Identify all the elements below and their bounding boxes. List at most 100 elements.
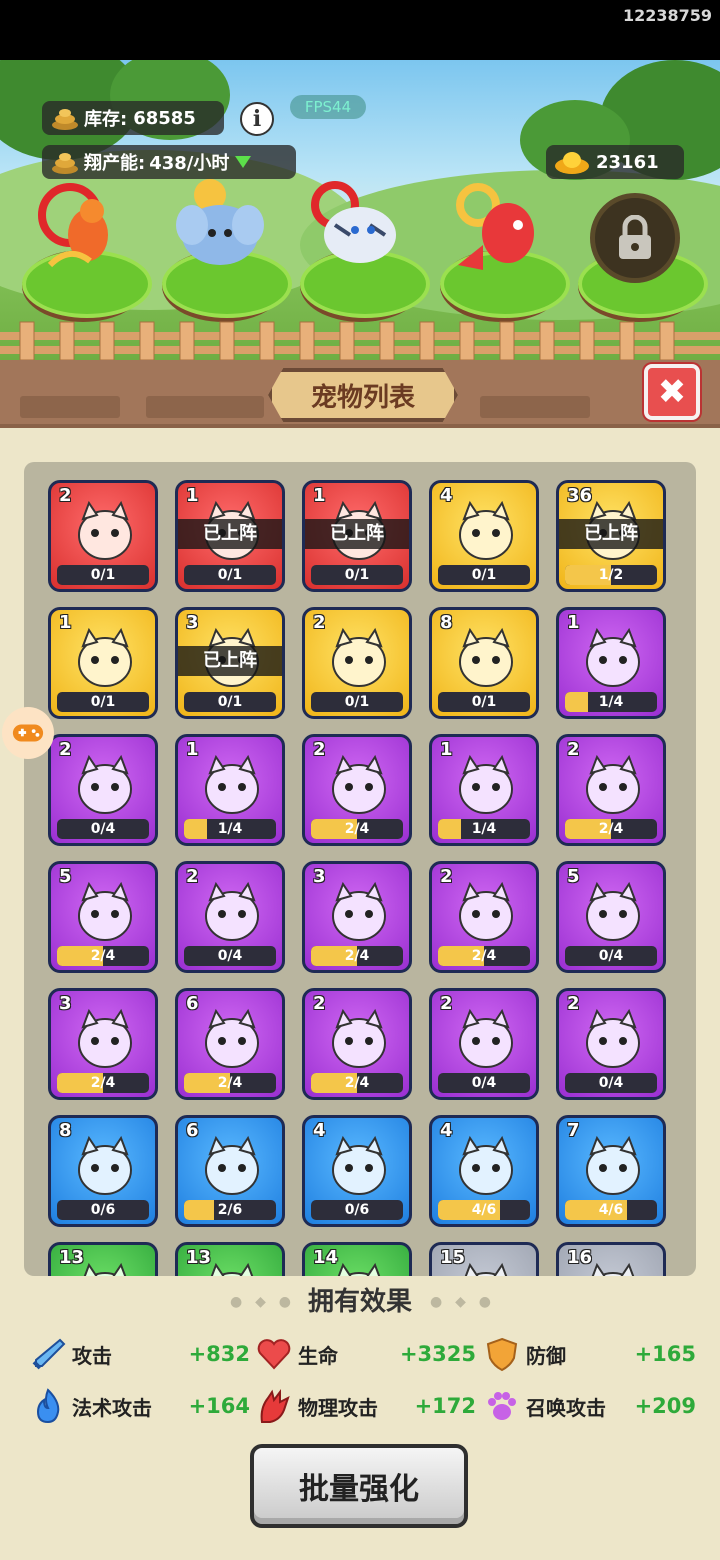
shard-progress-bar: 2/6	[184, 1200, 276, 1220]
shard-progress-bar: 0/4	[565, 1073, 657, 1093]
bear-icon	[78, 1008, 132, 1068]
effect-magic-attack: 法术攻击 +164	[30, 1386, 250, 1426]
hamster-icon	[586, 754, 640, 814]
info-button[interactable]: i	[240, 102, 274, 136]
phoenix-pet-icon	[38, 183, 108, 268]
effect-physical-attack: 物理攻击 +172	[256, 1386, 476, 1426]
pet-card[interactable]: 5 2/4	[48, 861, 158, 973]
pet-card[interactable]: 2 0/4	[48, 734, 158, 846]
goldfish-pet-icon	[456, 183, 534, 270]
panel-title: 宠物列表	[268, 368, 458, 422]
pet-card[interactable]: 3 2/4	[48, 988, 158, 1100]
pet-level: 1	[440, 739, 453, 760]
pet-level: 5	[59, 866, 72, 887]
close-button[interactable]: ✖	[644, 364, 700, 420]
pet-card[interactable]: 1 1/4	[175, 734, 285, 846]
effect-attack: 攻击 +832	[30, 1334, 250, 1374]
shard-progress-bar: 2/4	[311, 946, 403, 966]
pet-card[interactable]: 4 0/6	[302, 1115, 412, 1227]
effect-value: +172	[414, 1394, 476, 1418]
deployed-badge: 已上阵	[178, 519, 282, 549]
claw-icon	[260, 1389, 290, 1423]
effect-defense: 防御 +165	[484, 1334, 696, 1374]
dropdown-arrow-icon[interactable]	[233, 154, 253, 170]
pet-card[interactable]: 6 2/6	[175, 1115, 285, 1227]
pet-card[interactable]: 1 1/4	[429, 734, 539, 846]
pet-card[interactable]: 4 4/6	[429, 1115, 539, 1227]
locked-slot-button[interactable]	[590, 193, 680, 283]
pet-card[interactable]: 4 0/1	[429, 480, 539, 592]
stock-label: 库存:	[84, 109, 128, 130]
pet-card[interactable]: 14	[302, 1242, 412, 1276]
production-label: 翔产能:	[84, 153, 146, 174]
pet-level: 8	[59, 1120, 72, 1141]
shard-count: 0/1	[344, 694, 370, 710]
pet-level: 1	[186, 485, 199, 506]
gold-value: 23161	[596, 151, 659, 173]
shard-count: 0/6	[90, 1202, 116, 1218]
pet-card[interactable]: 1 0/1	[48, 607, 158, 719]
shard-progress-bar: 0/1	[184, 565, 276, 585]
effect-name: 物理攻击	[298, 1395, 378, 1420]
pet-card[interactable]: 15	[429, 1242, 539, 1276]
shard-count: 0/1	[90, 567, 116, 583]
zebra-icon	[205, 1008, 259, 1068]
pet-card[interactable]: 1 1/4	[556, 607, 666, 719]
pet-card[interactable]: 13	[48, 1242, 158, 1276]
pet-card[interactable]: 5 0/4	[556, 861, 666, 973]
pet-card[interactable]: 2 2/4	[302, 734, 412, 846]
shard-count: 1/2	[598, 567, 624, 583]
heart-icon	[257, 1339, 291, 1370]
pet-card[interactable]: 8 0/6	[48, 1115, 158, 1227]
shard-count: 0/4	[217, 948, 243, 964]
effect-name: 法术攻击	[72, 1395, 152, 1420]
pet-card[interactable]: 3 0/1 已上阵	[175, 607, 285, 719]
effect-value: +165	[634, 1342, 696, 1366]
pet-level: 13	[186, 1247, 212, 1268]
pet-card[interactable]: 2 0/1	[48, 480, 158, 592]
pet-level: 2	[186, 866, 199, 887]
pet-card[interactable]: 2 0/4	[429, 988, 539, 1100]
pet-card[interactable]: 2 2/4	[556, 734, 666, 846]
batch-upgrade-button[interactable]: 批量强化	[250, 1444, 468, 1528]
pet-card[interactable]: 6 2/4	[175, 988, 285, 1100]
elephant-pet-icon	[176, 179, 264, 265]
shard-count: 0/1	[217, 567, 243, 583]
shard-progress-bar: 2/4	[184, 1073, 276, 1093]
dung-coin-icon	[52, 109, 78, 130]
pet-card[interactable]: 1 0/1 已上阵	[302, 480, 412, 592]
pet-card[interactable]: 36 1/2 已上阵	[556, 480, 666, 592]
shard-progress-bar: 1/4	[184, 819, 276, 839]
pet-card[interactable]: 16	[556, 1242, 666, 1276]
pet-card[interactable]: 2 2/4	[429, 861, 539, 973]
pet-card[interactable]: 2 0/4	[556, 988, 666, 1100]
frog-icon	[586, 627, 640, 687]
pet-card[interactable]: 2 0/1	[302, 607, 412, 719]
shard-progress-bar: 0/1	[311, 565, 403, 585]
unicorn-icon	[332, 627, 386, 687]
red-panda-icon	[332, 1008, 386, 1068]
pet-level: 4	[440, 485, 453, 506]
pet-card[interactable]: 13	[175, 1242, 285, 1276]
fishbowl-icon	[459, 1135, 513, 1195]
chicken-icon	[586, 881, 640, 941]
shard-count: 2/4	[90, 1075, 116, 1091]
pet-level: 36	[567, 485, 593, 506]
pet-level: 2	[567, 739, 580, 760]
gamepad-float-button[interactable]	[2, 707, 54, 759]
pet-level: 3	[186, 612, 199, 633]
pet-card[interactable]: 8 0/1	[429, 607, 539, 719]
pet-level: 1	[313, 485, 326, 506]
effect-name: 攻击	[72, 1343, 112, 1368]
cat-icon	[332, 881, 386, 941]
pet-card[interactable]: 1 0/1 已上阵	[175, 480, 285, 592]
device-id: 12238759	[622, 6, 712, 25]
pet-card[interactable]: 3 2/4	[302, 861, 412, 973]
shard-progress-bar: 0/1	[57, 565, 149, 585]
pet-card[interactable]: 2 2/4	[302, 988, 412, 1100]
effect-value: +3325	[399, 1342, 476, 1366]
production-counter: 翔产能: 438/小时	[42, 145, 296, 179]
shard-progress-bar: 0/1	[438, 565, 530, 585]
pet-card[interactable]: 7 4/6	[556, 1115, 666, 1227]
pet-card[interactable]: 2 0/4	[175, 861, 285, 973]
